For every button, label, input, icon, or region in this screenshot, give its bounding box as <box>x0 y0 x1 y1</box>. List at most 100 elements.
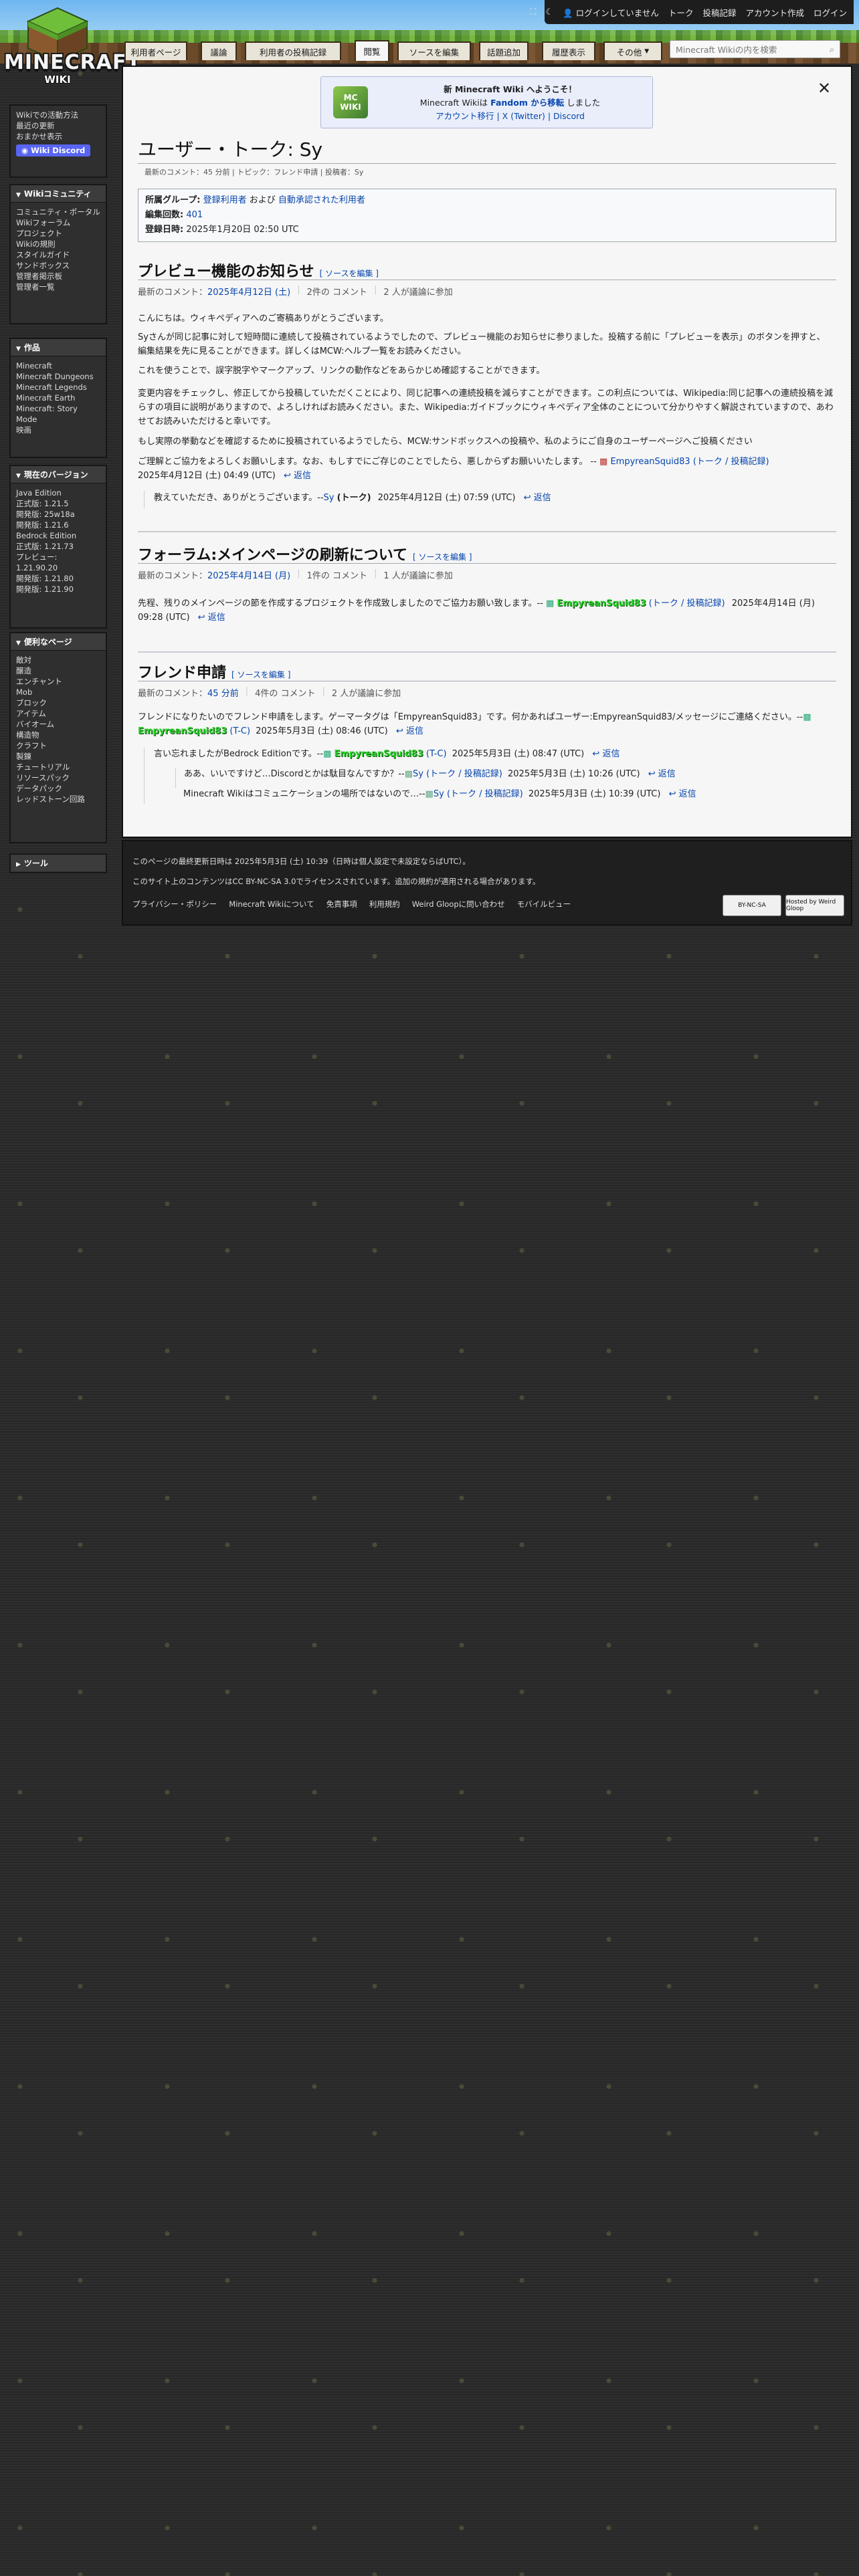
user-talk-link[interactable]: (トーク) <box>337 493 371 503</box>
tab-history[interactable]: 履歴表示 <box>542 41 595 60</box>
group-link[interactable]: 登録利用者 <box>203 195 247 205</box>
sidebar-item[interactable]: ブロック <box>16 697 100 708</box>
login-link[interactable]: ログイン <box>814 6 847 19</box>
sidebar-item[interactable]: 管理者一覧 <box>16 282 100 292</box>
user-link[interactable]: Sy <box>324 493 335 503</box>
sidebar-item[interactable]: アイテム <box>16 708 100 719</box>
sidebar-heading[interactable]: ▼ 便利なページ <box>11 633 106 651</box>
sidebar-item[interactable]: 醸造 <box>16 665 100 676</box>
tab-read[interactable]: 閲覧 <box>355 40 389 61</box>
sidebar-item[interactable]: リソースパック <box>16 772 100 783</box>
sidebar-item[interactable]: Minecraft Earth <box>16 393 100 403</box>
sidebar-heading[interactable]: ▶ ツール <box>11 855 106 871</box>
sidebar-item[interactable]: Minecraft Dungeons <box>16 371 100 382</box>
edit-source-link[interactable]: [ ソースを編集 ] <box>231 670 290 679</box>
reply-button[interactable]: ↩ 返信 <box>198 613 225 623</box>
sidebar-heading[interactable]: ▼ 現在のバージョン <box>11 466 106 484</box>
user-talk-link[interactable]: (トーク / 投稿記録) <box>426 769 502 779</box>
sidebar-item[interactable]: Java Edition <box>16 488 100 498</box>
tab-add-topic[interactable]: 話題追加 <box>479 41 529 60</box>
reply-button[interactable]: ↩ 返信 <box>524 493 551 503</box>
sidebar-item[interactable]: 映画 <box>16 425 100 435</box>
sidebar-item[interactable]: 構造物 <box>16 730 100 740</box>
reply-button[interactable]: ↩ 返信 <box>396 726 423 736</box>
edit-source-link[interactable]: [ ソースを編集 ] <box>413 552 472 562</box>
user-link[interactable]: Sy <box>413 769 423 779</box>
group-link[interactable]: 自動承認された利用者 <box>278 195 365 205</box>
sidebar-item[interactable]: エンチャント <box>16 676 100 687</box>
fullscreen-icon[interactable]: ⛶ <box>530 7 536 17</box>
sidebar-item-recent[interactable]: 最近の更新 <box>16 120 100 131</box>
wiki-logo[interactable]: MINECRAFT WIKI <box>4 4 140 98</box>
latest-comment-link[interactable]: 45 分前 <box>207 686 239 699</box>
user-link[interactable]: EmpyreanSquid83 <box>335 749 423 759</box>
sidebar-item[interactable]: レッドストーン回路 <box>16 794 100 804</box>
tab-edit-source[interactable]: ソースを編集 <box>397 41 471 60</box>
close-icon[interactable]: ✕ <box>818 79 831 98</box>
edit-source-link[interactable]: [ ソースを編集 ] <box>320 269 379 278</box>
talk-link[interactable]: トーク <box>668 6 694 19</box>
reply-button[interactable]: ↩ 返信 <box>284 471 311 481</box>
sidebar-item[interactable]: チュートリアル <box>16 762 100 772</box>
moon-icon[interactable]: ☾ <box>545 7 553 17</box>
sidebar-item[interactable]: バイオーム <box>16 719 100 730</box>
sidebar-item[interactable]: 開発版: 1.21.80 <box>16 573 100 584</box>
sidebar-item-random[interactable]: おまかせ表示 <box>16 131 100 142</box>
sidebar-item[interactable]: 開発版: 1.21.6 <box>16 520 100 530</box>
user-talk-link[interactable]: (トーク / 投稿記録) <box>649 599 725 609</box>
tab-more[interactable]: その他 ▼ <box>603 41 662 60</box>
sidebar-item[interactable]: プレビュー: 1.21.90.20 <box>16 552 100 573</box>
sidebar-item[interactable]: 管理者掲示板 <box>16 271 100 282</box>
reply-button[interactable]: ↩ 返信 <box>648 769 676 779</box>
footer-link[interactable]: 免責事項 <box>326 899 357 909</box>
sidebar-item[interactable]: プロジェクト <box>16 228 100 239</box>
footer-link[interactable]: 利用規約 <box>369 899 400 909</box>
footer-link[interactable]: プライバシー・ポリシー <box>132 899 217 909</box>
sidebar-item[interactable]: クラフト <box>16 740 100 751</box>
sidebar-item[interactable]: Wikiの規則 <box>16 239 100 249</box>
search-icon[interactable]: ⌕ <box>830 44 834 55</box>
fandom-move-link[interactable]: Fandom から移転 <box>490 98 564 108</box>
sidebar-item[interactable]: コミュニティ・ポータル <box>16 207 100 217</box>
footer-link[interactable]: モバイルビュー <box>517 899 571 909</box>
tab-discussion[interactable]: 議論 <box>201 41 237 60</box>
tab-user-contribs[interactable]: 利用者の投稿記録 <box>245 41 341 60</box>
user-link[interactable]: EmpyreanSquid83 <box>138 726 227 736</box>
sidebar-heading[interactable]: ▼ Wikiコミュニティ <box>11 185 106 203</box>
sidebar-item[interactable]: 開発版: 25w18a <box>16 509 100 520</box>
sidebar-item[interactable]: 正式版: 1.21.73 <box>16 541 100 552</box>
create-account-link[interactable]: アカウント作成 <box>745 6 804 19</box>
sidebar-item[interactable]: 敵対 <box>16 655 100 665</box>
sidebar-item[interactable]: Wikiフォーラム <box>16 217 100 228</box>
sidebar-item[interactable]: Bedrock Edition <box>16 530 100 541</box>
sidebar-item[interactable]: スタイルガイド <box>16 249 100 260</box>
cc-license-badge[interactable]: BY-NC-SA <box>723 895 781 916</box>
latest-comment-link[interactable]: 2025年4月14日 (月) <box>207 568 290 581</box>
user-talk-link[interactable]: (トーク / 投稿記録) <box>693 457 769 467</box>
sidebar-item[interactable]: Minecraft Legends <box>16 382 100 393</box>
reply-button[interactable]: ↩ 返信 <box>592 749 619 759</box>
sidebar-item[interactable]: 開発版: 1.21.90 <box>16 584 100 595</box>
sidebar-item-howto[interactable]: Wikiでの活動方法 <box>16 110 100 120</box>
edit-count-link[interactable]: 401 <box>186 210 203 220</box>
user-link[interactable]: Sy <box>434 789 444 799</box>
user-talk-link[interactable]: (T-C) <box>426 749 447 759</box>
tab-user-page[interactable]: 利用者ページ <box>124 41 187 60</box>
user-talk-link[interactable]: (トーク / 投稿記録) <box>447 789 523 799</box>
weird-gloop-badge[interactable]: Hosted by Weird Gloop <box>785 895 844 916</box>
user-talk-link[interactable]: (T-C) <box>229 726 250 736</box>
sidebar-item[interactable]: データパック <box>16 783 100 794</box>
sidebar-item[interactable]: 製錬 <box>16 751 100 762</box>
notice-links[interactable]: アカウント移行 | X (Twitter) | Discord <box>375 110 646 122</box>
latest-comment-link[interactable]: 2025年4月12日 (土) <box>207 285 290 298</box>
search-input[interactable]: Minecraft Wikiの内を検索 ⌕ <box>670 40 840 58</box>
contributions-link[interactable]: 投稿記録 <box>702 6 736 19</box>
sidebar-item[interactable]: サンドボックス <box>16 260 100 271</box>
sidebar-item[interactable]: Mob <box>16 687 100 697</box>
user-link[interactable]: EmpyreanSquid83 <box>557 599 646 609</box>
footer-link[interactable]: Weird Gloopに問い合わせ <box>412 899 505 909</box>
footer-link[interactable]: Minecraft Wikiについて <box>229 899 314 909</box>
sidebar-heading[interactable]: ▼ 作品 <box>11 339 106 356</box>
discord-button[interactable]: ◉ Wiki Discord <box>16 144 91 156</box>
sidebar-item[interactable]: 正式版: 1.21.5 <box>16 498 100 509</box>
